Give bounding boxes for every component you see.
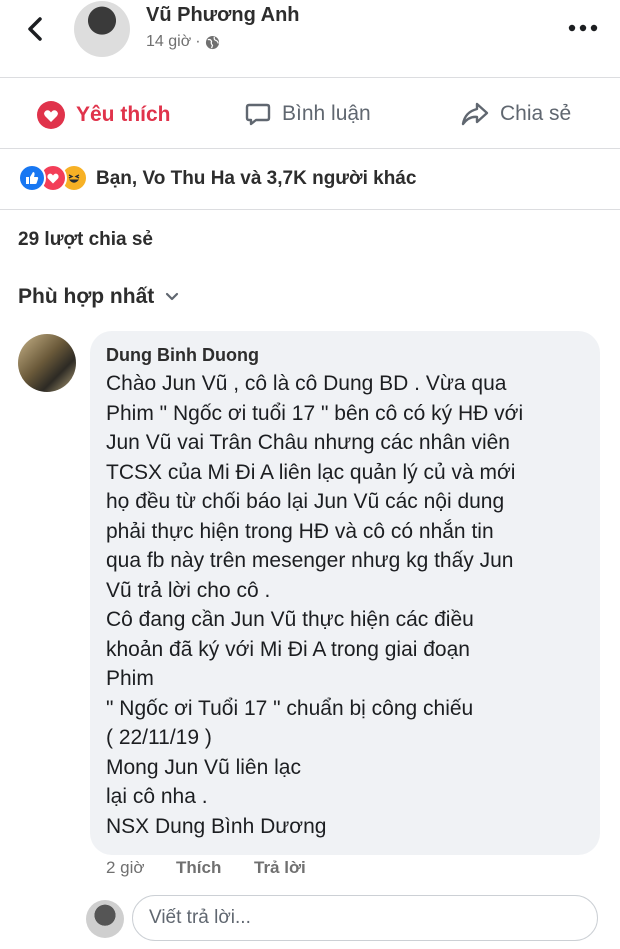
comment-icon	[245, 103, 271, 126]
current-user-avatar	[86, 900, 124, 938]
comment-line: họ đều từ chối báo lại Jun Vũ các nội du…	[106, 490, 505, 513]
comment-text: Chào Jun Vũ , cô là cô Dung BD . Vừa qua…	[106, 369, 596, 841]
comment-line: " Ngốc ơi Tuổi 17 " chuẩn bị công chiếu	[106, 696, 474, 720]
comment-line: khoản đã ký với Mi Đi A trong giai đoạn	[106, 637, 470, 661]
commenter-name[interactable]: Dung Binh Duong	[106, 345, 259, 366]
comment-line: Cô đang cần Jun Vũ thực hiện các điều	[106, 608, 474, 631]
comment-line: Phim	[106, 667, 154, 690]
more-options-button[interactable]	[566, 20, 600, 36]
sort-dropdown[interactable]: Phù hợp nhất	[18, 285, 180, 309]
like-label: Yêu thích	[76, 103, 171, 126]
comment-line: phải thực hiện trong HĐ và cô có nhắn ti…	[106, 519, 494, 543]
post-meta: 14 giờ ·	[146, 33, 220, 51]
comment-line: ( 22/11/19 )	[106, 726, 212, 749]
globe-icon	[205, 35, 219, 49]
like-reaction-icon	[18, 164, 46, 192]
share-count[interactable]: 29 lượt chia sẻ	[18, 229, 153, 251]
more-dots-icon	[568, 24, 598, 32]
comment-line: Phim " Ngốc ơi tuổi 17 " bên cô có ký HĐ…	[106, 401, 524, 425]
comment-label: Bình luận	[282, 102, 371, 125]
share-arrow-icon	[461, 102, 489, 126]
reply-input[interactable]: Viết trả lời...	[132, 895, 598, 941]
comment-line: lại cô nha .	[106, 785, 208, 808]
share-button[interactable]: Chia sẻ	[460, 100, 571, 128]
heart-icon	[37, 101, 65, 129]
commenter-avatar[interactable]	[18, 334, 76, 392]
reactions-divider	[0, 209, 620, 210]
comment-line: Mong Jun Vũ liên lạc	[106, 755, 301, 779]
comment-like-button[interactable]: Thích	[176, 858, 221, 878]
comment-line: Chào Jun Vũ , cô là cô Dung BD . Vừa qua	[106, 372, 507, 395]
comment-line: Jun Vũ vai Trân Châu nhưng các nhân viên	[106, 431, 510, 454]
share-label: Chia sẻ	[500, 102, 572, 125]
reaction-icons[interactable]	[18, 164, 88, 192]
back-button[interactable]	[22, 14, 50, 44]
actions-divider	[0, 148, 620, 149]
sort-label: Phù hợp nhất	[18, 285, 155, 308]
reaction-summary[interactable]: Bạn, Vo Thu Ha và 3,7K người khác	[96, 168, 416, 190]
comment-line: TCSX của Mi Đi A liên lạc quản lý củ và …	[106, 460, 516, 484]
header-divider	[0, 77, 620, 78]
meta-separator: ·	[195, 33, 201, 50]
comment-button[interactable]: Bình luận	[244, 100, 371, 128]
author-avatar[interactable]	[74, 1, 130, 57]
comment-time[interactable]: 2 giờ	[106, 858, 145, 878]
post-time[interactable]: 14 giờ	[146, 33, 191, 51]
like-button[interactable]: Yêu thích	[36, 100, 171, 130]
comment-line: NSX Dung Bình Dương	[106, 814, 327, 838]
comment-reply-button[interactable]: Trả lời	[254, 858, 306, 878]
comment-line: Vũ trả lời cho cô .	[106, 578, 271, 602]
chevron-down-icon	[166, 292, 179, 301]
chevron-left-icon	[28, 17, 42, 41]
comment-line: qua fb này trên mesenger nhưg kg thấy Ju…	[106, 549, 514, 572]
author-name[interactable]: Vũ Phương Anh	[146, 4, 300, 27]
